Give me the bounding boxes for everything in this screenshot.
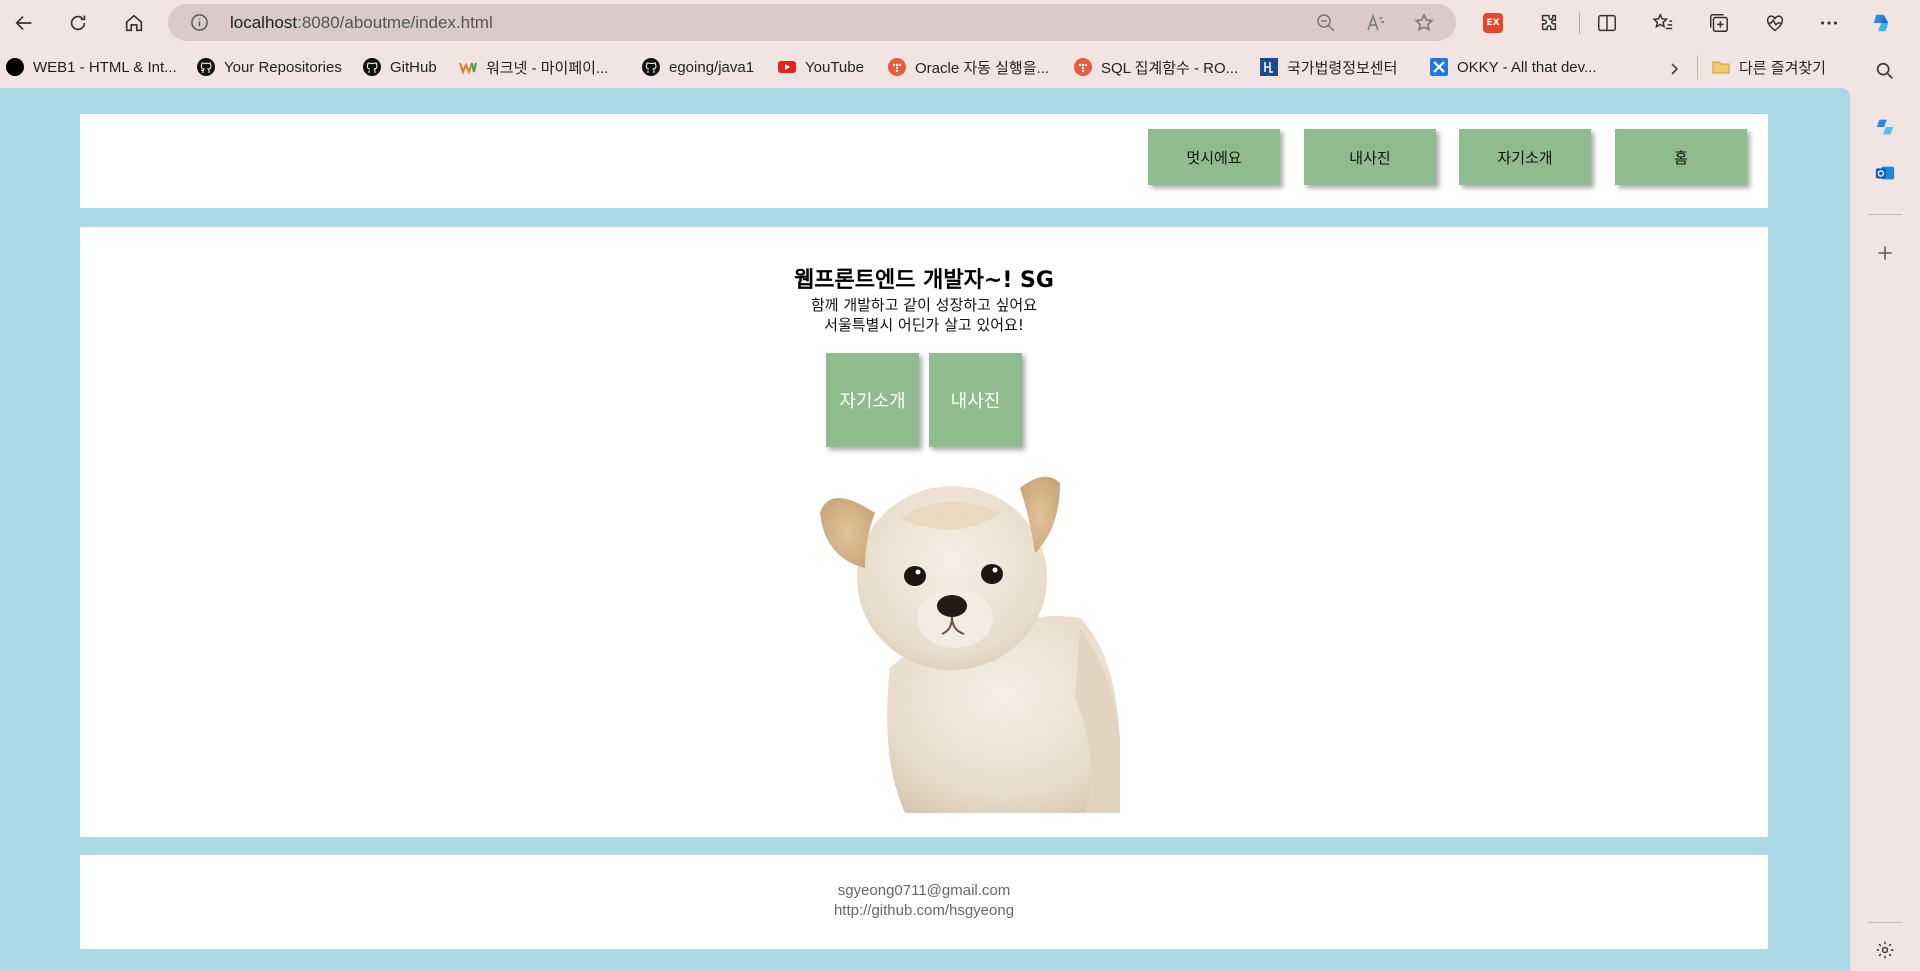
favorites-button[interactable]: [1650, 10, 1676, 36]
extension-ex-icon[interactable]: EX: [1483, 13, 1503, 33]
sidebar-add-button[interactable]: [1872, 240, 1898, 266]
gear-icon: [1876, 941, 1894, 959]
youtube-icon: [778, 58, 796, 76]
outlook-icon: [1875, 166, 1895, 180]
bookmarks-bar: WEB1 - HTML & Int... Your Repositories G…: [0, 48, 1920, 86]
bookmark-web1[interactable]: WEB1 - HTML & Int...: [6, 56, 177, 78]
bookmark-label: Your Repositories: [224, 58, 342, 76]
bookmark-okky[interactable]: OKKY - All that dev...: [1430, 56, 1597, 78]
main-content: 웹프론트엔드 개발자~! SG 함께 개발하고 같이 성장하고 싶어요 서울특별…: [80, 227, 1768, 837]
arrow-left-icon: [15, 15, 32, 31]
sidebar-divider: [1868, 922, 1902, 923]
chevron-right-icon[interactable]: [1667, 62, 1681, 76]
footer-email[interactable]: sgyeong0711@gmail.com: [80, 882, 1768, 899]
page-title: 웹프론트엔드 개발자~! SG: [794, 268, 1054, 293]
worknet-icon: [459, 58, 477, 76]
sidebar-search-button[interactable]: [1872, 58, 1898, 84]
browser-essentials-button[interactable]: [1762, 10, 1788, 36]
url-host: localhost: [230, 13, 298, 32]
tistory-icon: [1074, 58, 1092, 76]
bookmark-worknet[interactable]: 워크넷 - 마이페이...: [459, 56, 608, 78]
bookmark-label: Oracle 자동 실행을...: [915, 59, 1050, 77]
intro-line-2: 서울특별시 어딘가 살고 있어요!: [824, 316, 1024, 334]
edge-sidebar: [1850, 46, 1920, 971]
nav-tile-home[interactable]: 홈: [1615, 129, 1747, 185]
bookmark-label: GitHub: [390, 58, 437, 76]
black-circle-icon: [6, 58, 24, 76]
bookmark-label: OKKY - All that dev...: [1457, 58, 1597, 76]
extensions-button[interactable]: [1536, 10, 1562, 36]
nav-tile-1[interactable]: 멋시에요: [1148, 129, 1280, 185]
sidebar-copilot-button[interactable]: [1872, 114, 1898, 140]
bookmark-law[interactable]: 국가법령정보센터: [1260, 56, 1397, 78]
split-screen-icon: [1598, 14, 1616, 32]
bookmark-label: 다른 즐겨찾기: [1739, 59, 1826, 77]
bookmark-oracle[interactable]: Oracle 자동 실행을...: [888, 56, 1049, 78]
copilot-button[interactable]: [1868, 10, 1894, 36]
more-menu-button[interactable]: [1816, 10, 1842, 36]
bookmark-label: 국가법령정보센터: [1287, 59, 1398, 77]
sidebar-outlook-button[interactable]: [1872, 160, 1898, 186]
home-icon: [125, 14, 143, 32]
refresh-button[interactable]: [62, 7, 94, 39]
favorites-list-icon: [1652, 12, 1673, 30]
copilot-icon: [1873, 14, 1889, 32]
law-icon: [1260, 58, 1278, 76]
tistory-icon: [888, 58, 906, 76]
intro-line-1: 함께 개발하고 같이 성장하고 싶어요: [810, 296, 1038, 314]
search-icon: [1876, 62, 1893, 79]
bookmark-label: SQL 집계함수 - RO...: [1101, 59, 1239, 77]
address-bar[interactable]: localhost:8080/aboutme/index.html: [168, 4, 1456, 41]
bookmark-your-repositories[interactable]: Your Repositories: [197, 56, 342, 78]
heart-pulse-icon: [1766, 15, 1784, 32]
my-photo-button[interactable]: 내사진: [929, 353, 1022, 447]
github-icon: [197, 58, 215, 76]
bookmark-sql[interactable]: SQL 집계함수 - RO...: [1074, 56, 1238, 78]
bookmark-other-favorites[interactable]: 다른 즐겨찾기: [1712, 56, 1826, 78]
page-footer: sgyeong0711@gmail.com http://github.com/…: [80, 855, 1768, 949]
favorite-star-icon[interactable]: [1414, 13, 1434, 33]
home-button[interactable]: [118, 7, 150, 39]
github-icon: [642, 58, 660, 76]
url-path: :8080/aboutme/index.html: [297, 13, 493, 32]
url-text: localhost:8080/aboutme/index.html: [230, 13, 493, 33]
collections-button[interactable]: [1706, 10, 1732, 36]
bookmark-label: YouTube: [805, 58, 864, 76]
plus-icon: [1878, 246, 1892, 260]
bookmarks-divider: [1697, 55, 1698, 79]
bookmark-label: 워크넷 - 마이페이...: [486, 59, 609, 77]
nav-tile-about[interactable]: 자기소개: [1459, 129, 1591, 185]
collections-icon: [1710, 14, 1728, 32]
sidebar-divider: [1868, 214, 1902, 215]
more-dots-icon: [1821, 21, 1837, 25]
zoom-icon[interactable]: [1316, 13, 1336, 33]
nav-tile-my-photo[interactable]: 내사진: [1304, 129, 1436, 185]
refresh-icon: [70, 15, 86, 31]
split-screen-button[interactable]: [1594, 10, 1620, 36]
bookmark-github[interactable]: GitHub: [363, 56, 437, 78]
page-viewport: 멋시에요 내사진 자기소개 홈 웹프론트엔드 개발자~! SG 함께 개발하고 …: [0, 88, 1850, 971]
okky-icon: [1430, 58, 1448, 76]
puppy-photo: [820, 476, 1120, 813]
footer-github-link[interactable]: http://github.com/hsgyeong: [80, 902, 1768, 919]
sidebar-settings-button[interactable]: [1872, 937, 1898, 963]
browser-toolbar: localhost:8080/aboutme/index.html EX: [0, 0, 1920, 46]
back-button[interactable]: [8, 7, 40, 39]
about-me-button[interactable]: 자기소개: [826, 353, 919, 447]
info-icon[interactable]: [190, 13, 209, 32]
bookmark-label: WEB1 - HTML & Int...: [33, 58, 177, 76]
read-aloud-icon[interactable]: [1366, 13, 1386, 33]
github-icon: [363, 58, 381, 76]
bookmark-egoing-java1[interactable]: egoing/java1: [642, 56, 754, 78]
folder-icon: [1712, 58, 1730, 76]
bookmark-label: egoing/java1: [669, 58, 755, 76]
puzzle-icon: [1541, 14, 1557, 31]
copilot-icon: [1876, 119, 1894, 135]
toolbar-divider: [1579, 12, 1580, 34]
bookmark-youtube[interactable]: YouTube: [778, 56, 864, 78]
page-header: 멋시에요 내사진 자기소개 홈: [80, 114, 1768, 208]
